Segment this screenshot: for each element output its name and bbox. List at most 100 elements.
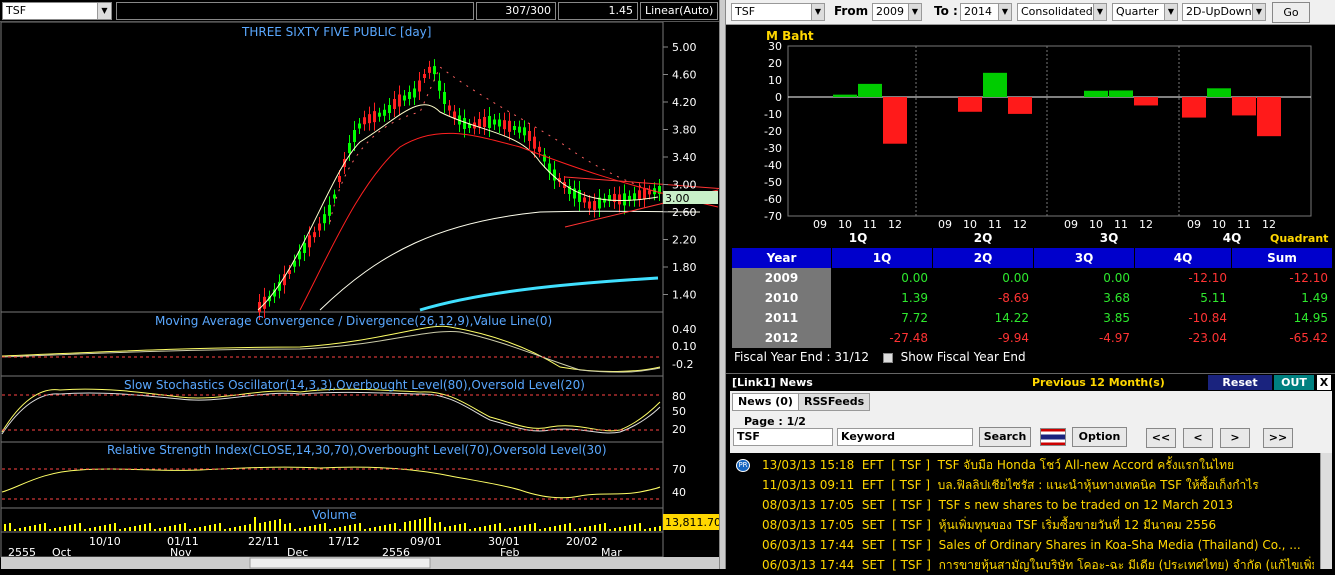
price-axis: 5.004.604.203.803.403.002.602.201.801.40… [663, 41, 697, 499]
scrollbar-thumb[interactable] [249, 557, 431, 569]
candle-body [513, 126, 516, 130]
volume-bar [584, 527, 586, 531]
show-fiscal-checkbox[interactable] [882, 352, 893, 363]
volume-bar [84, 529, 86, 531]
fin-symbol-select[interactable]: TSF ▼ [731, 3, 825, 21]
date-label-top: 17/12 [328, 535, 360, 548]
statement-select[interactable]: Consolidated ▼ [1017, 3, 1107, 21]
first-page-button[interactable]: << [1146, 428, 1176, 448]
volume-bar [499, 523, 501, 531]
chart-title: THREE SIXTY FIVE PUBLIC [day] [241, 25, 431, 39]
chevron-down-icon[interactable]: ▼ [97, 3, 111, 19]
volume-bar [594, 525, 596, 531]
period-select[interactable]: Quarter ▼ [1112, 3, 1178, 21]
financial-toolbar: TSF ▼ From : 2009 ▼ To : 2014 ▼ Consolidate… [726, 0, 1335, 25]
page-indicator: Page : 1/2 [744, 415, 806, 428]
news-item[interactable]: PR 13/03/13 15:18 EFT [ TSF ] TSF จับมือ … [734, 455, 1314, 475]
period-value: Quarter [1116, 5, 1159, 18]
data-bar [1257, 97, 1281, 137]
search-button[interactable]: Search [979, 427, 1031, 447]
show-fiscal-label: Show Fiscal Year End [900, 350, 1026, 364]
chevron-down-icon[interactable]: ▼ [811, 4, 824, 20]
news-item-text: 08/03/13 17:05 SET [ TSF ] TSF s new sha… [762, 495, 1233, 515]
thai-flag-icon[interactable] [1040, 428, 1066, 446]
volume-bar [529, 524, 531, 531]
to-year-select[interactable]: 2014 ▼ [960, 3, 1012, 21]
news-symbol-input[interactable]: TSF [733, 428, 833, 446]
last-page-button[interactable]: >> [1263, 428, 1293, 448]
volume-bar [359, 523, 361, 531]
bar-chart-xtick: 11 [863, 218, 877, 231]
candle-body [378, 112, 381, 117]
news-item[interactable]: 08/03/13 17:05 SET [ TSF ] TSF s new sha… [734, 495, 1314, 515]
candle-body [583, 197, 586, 203]
volume-bar [234, 527, 236, 531]
data-bar [883, 97, 907, 144]
volume-bar [464, 523, 466, 531]
next-page-button[interactable]: > [1220, 428, 1250, 448]
candle-body [593, 201, 596, 210]
scale-mode[interactable]: Linear(Auto) [640, 2, 718, 20]
volume-bar [109, 524, 111, 531]
news-title: TSF จับมือ Honda โชว์ All-new Accord ครั… [930, 458, 1235, 472]
volume-bar [49, 529, 51, 531]
table-header-cell: Sum [1232, 248, 1332, 268]
volume-bar [244, 525, 246, 531]
chevron-down-icon[interactable]: ▼ [1164, 4, 1177, 20]
candle-body [358, 123, 361, 129]
close-icon[interactable]: X [1317, 375, 1331, 390]
price-tick-label: 3.40 [672, 151, 697, 164]
volume-bar [569, 523, 571, 531]
chevron-down-icon[interactable]: ▼ [908, 4, 921, 20]
keyword-input[interactable]: Keyword [837, 428, 973, 446]
volume-bar [19, 528, 21, 531]
tab-news[interactable]: News (0) [732, 393, 799, 411]
news-item[interactable]: 08/03/13 17:05 SET [ TSF ] หุ้นเพิ่มทุนข… [734, 515, 1314, 535]
stoch-tick-label: 20 [672, 423, 686, 436]
from-year-value: 2009 [876, 5, 904, 18]
volume-bar [449, 526, 451, 531]
news-item[interactable]: 06/03/13 17:44 SET [ TSF ] การขายหุ้นสาม… [734, 555, 1314, 575]
option-button[interactable]: Option [1072, 427, 1127, 447]
from-year-select[interactable]: 2009 ▼ [872, 3, 922, 21]
candle-body [383, 109, 386, 116]
bar-chart-frame [787, 45, 1312, 217]
reset-button[interactable]: Reset [1208, 375, 1272, 390]
symbol-select[interactable]: TSF ▼ [2, 2, 112, 20]
very-long-ma-line [419, 276, 659, 312]
date-label-top: 22/11 [248, 535, 280, 548]
news-symbol: [ TSF ] [884, 538, 931, 552]
bar-chart-ytick: 10 [768, 74, 782, 87]
news-scrollbar[interactable] [1320, 453, 1332, 569]
go-button[interactable]: Go [1272, 2, 1310, 23]
volume-bar [34, 525, 36, 531]
volume-bar [549, 527, 551, 531]
pane-splitter[interactable] [719, 0, 726, 569]
chevron-down-icon[interactable]: ▼ [1252, 4, 1265, 20]
chevron-down-icon[interactable]: ▼ [998, 4, 1011, 20]
table-year-cell: 2009 [732, 268, 831, 288]
volume-bar [204, 526, 206, 531]
bar-chart-ytick: -60 [764, 193, 782, 206]
table-header-cell: 2Q [933, 248, 1033, 268]
volume-bar [534, 523, 536, 531]
news-period: Previous 12 Month(s) [1032, 376, 1165, 389]
price-chart[interactable]: THREE SIXTY FIVE PUBLIC [day] Moving Ave… [0, 22, 719, 569]
chevron-down-icon[interactable]: ▼ [1093, 4, 1106, 20]
news-item[interactable]: 06/03/13 17:44 SET [ TSF ] Sales of Ordi… [734, 535, 1314, 555]
volume-bar [434, 523, 436, 531]
stoch-k-line [1, 388, 661, 433]
tab-rss[interactable]: RSSFeeds [798, 393, 871, 411]
candle-body [623, 193, 626, 206]
out-button[interactable]: OUT [1274, 375, 1314, 390]
volume-bar [394, 523, 396, 531]
news-datetime: 13/03/13 15:18 [762, 458, 855, 472]
macd-tick-label: 0.10 [672, 340, 697, 353]
volume-bar [334, 528, 336, 531]
news-item[interactable]: 11/03/13 09:11 EFT [ TSF ] บล.ฟิลลิปเชีย… [734, 475, 1314, 495]
candle-body [553, 169, 556, 181]
table-year-cell: 2010 [732, 288, 831, 308]
prev-page-button[interactable]: < [1183, 428, 1213, 448]
chart-mode-select[interactable]: 2D-UpDown ▼ [1182, 3, 1266, 21]
volume-bar [274, 520, 276, 531]
